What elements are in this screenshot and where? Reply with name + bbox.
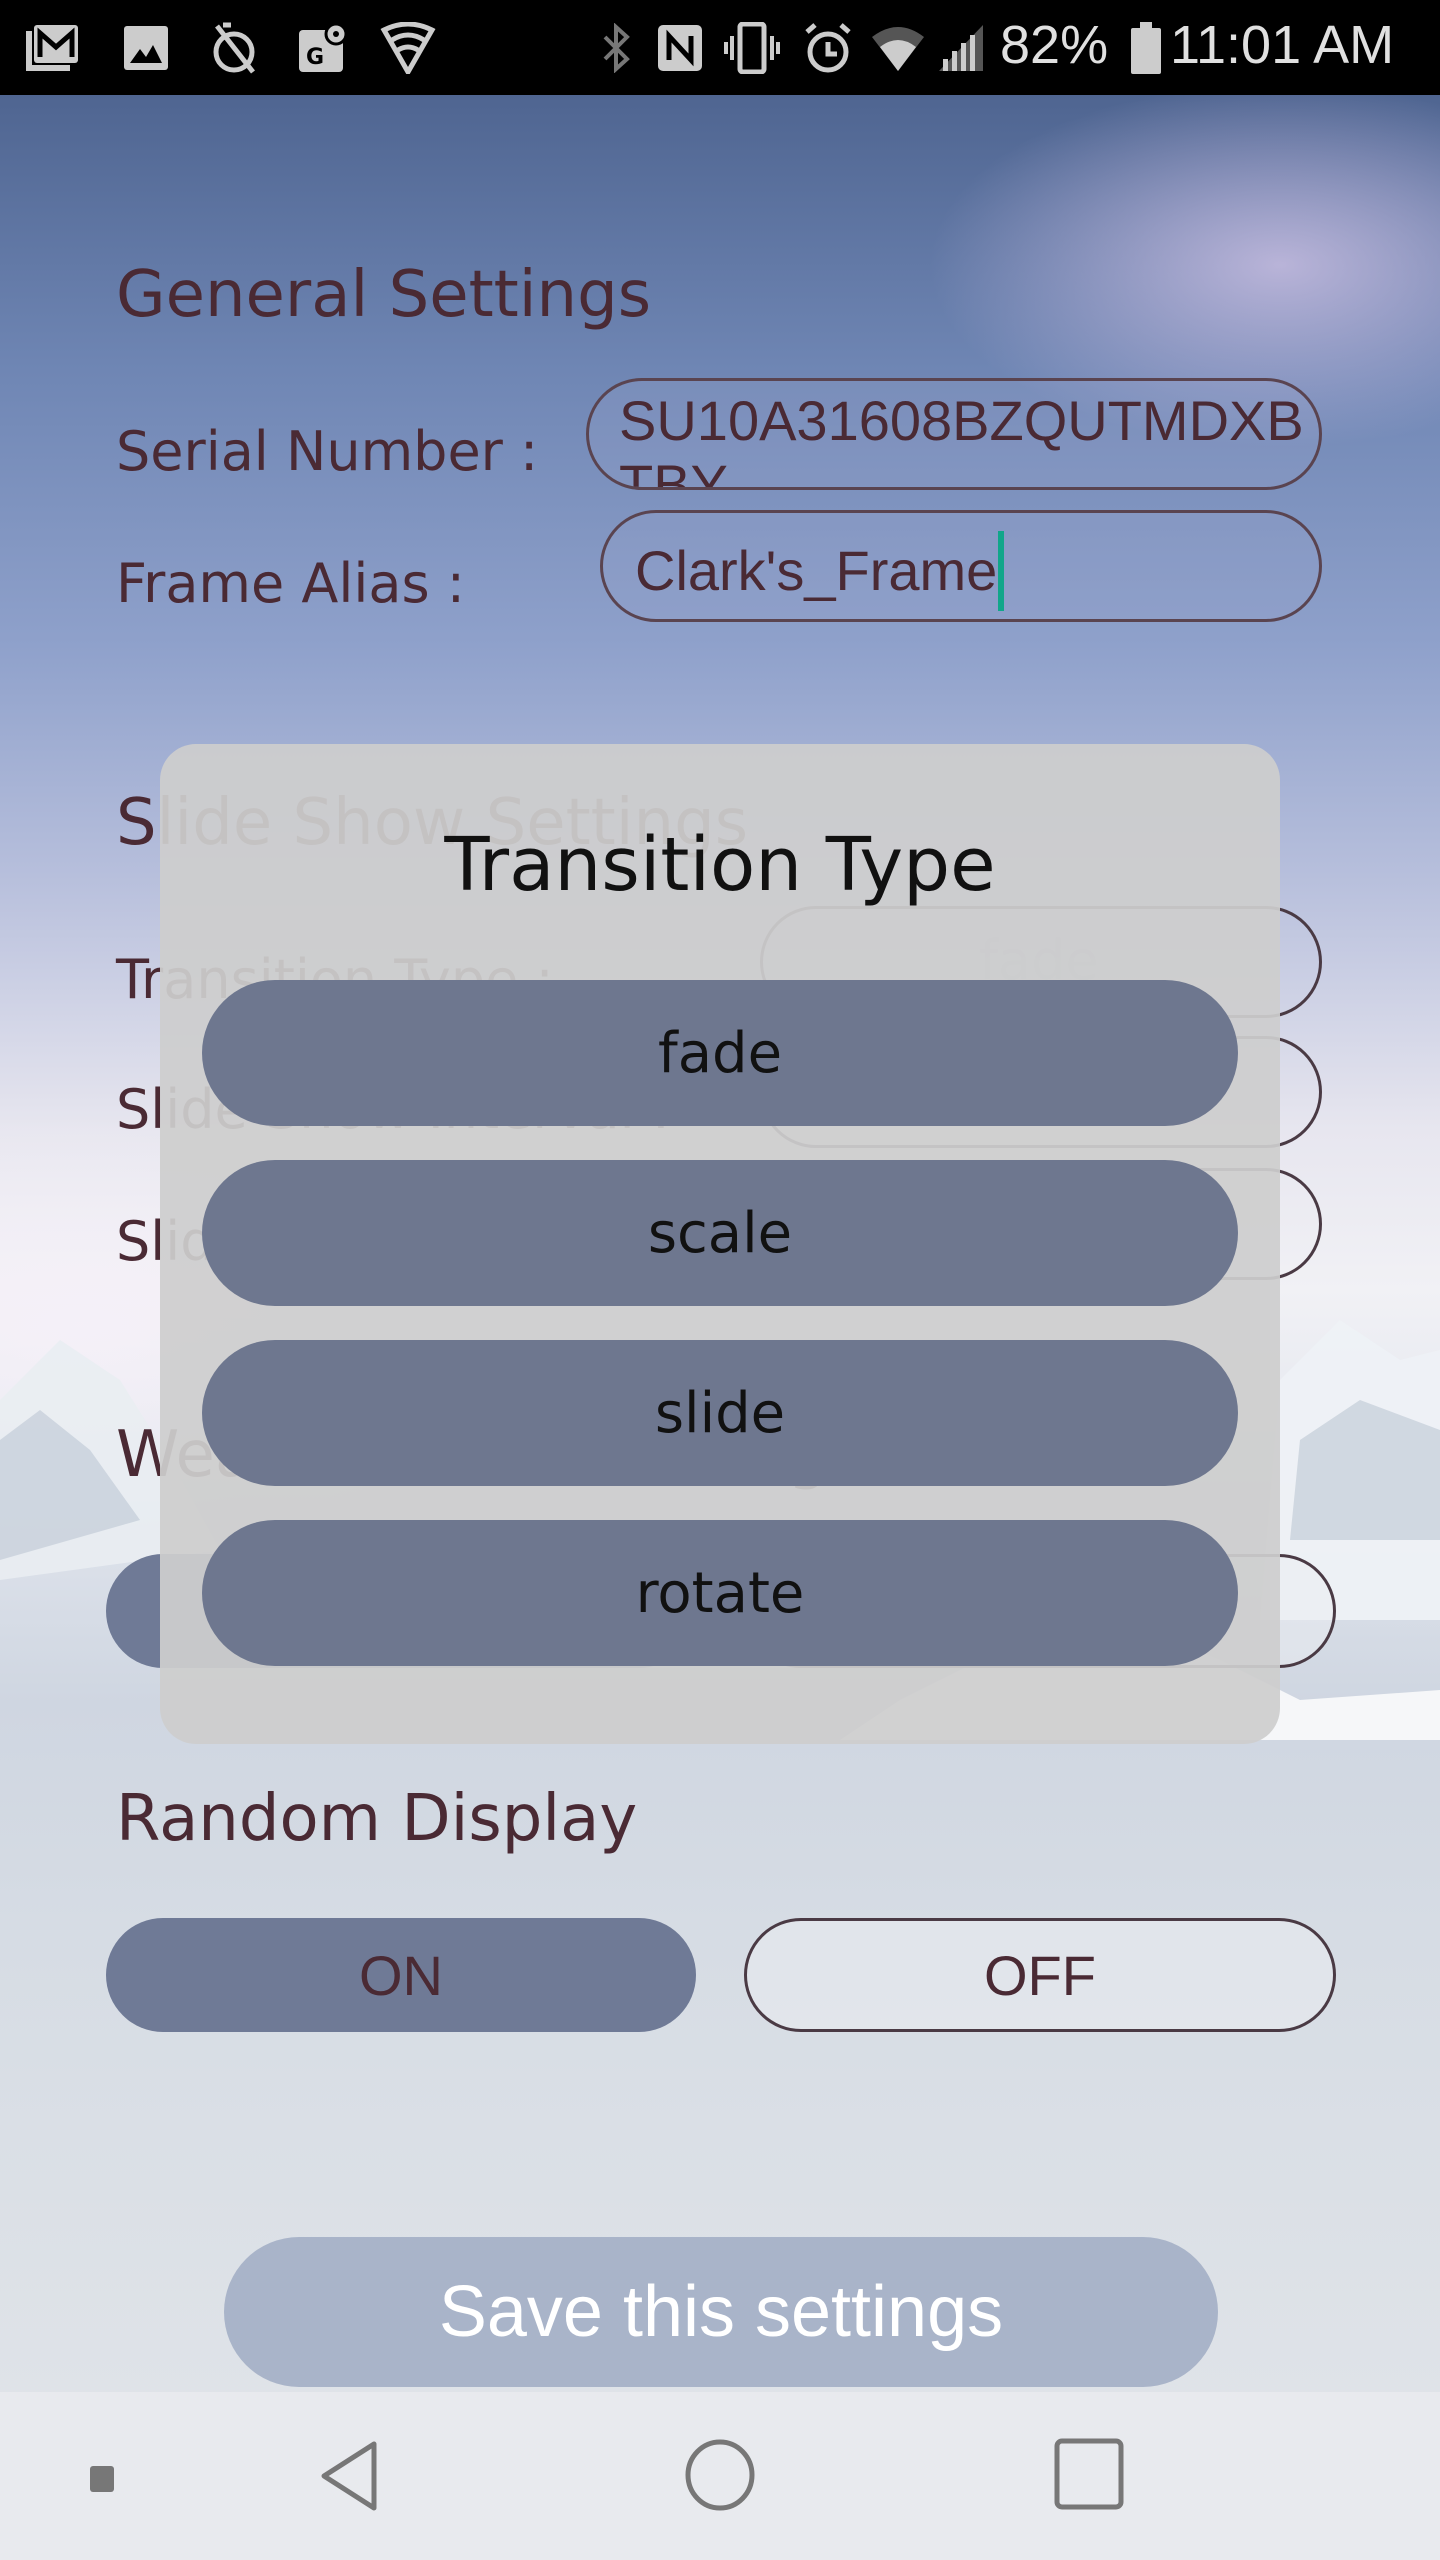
vpn-shield-icon: [380, 22, 436, 74]
random-display-off-button[interactable]: OFF: [744, 1918, 1336, 2032]
back-icon[interactable]: [318, 2440, 382, 2516]
status-bar: G 82% 11:01 AM: [0, 0, 1440, 95]
svg-text:G: G: [306, 45, 324, 70]
battery-icon: [1118, 22, 1174, 74]
random-display-off-label: OFF: [984, 1943, 1096, 2007]
transition-type-dialog: Transition Type fade scale slide rotate: [160, 744, 1280, 1744]
home-icon[interactable]: [684, 2438, 756, 2516]
bluetooth-icon: [588, 22, 644, 74]
serial-number-label: Serial Number :: [116, 420, 539, 483]
gmail-icon: [24, 22, 80, 74]
option-fade[interactable]: fade: [202, 980, 1238, 1126]
frame-alias-value: Clark's_Frame: [635, 538, 998, 602]
photo-icon: [118, 22, 174, 74]
random-display-on-label: ON: [359, 1943, 443, 2007]
alarm-icon: [800, 22, 856, 74]
recents-icon[interactable]: [1054, 2438, 1124, 2514]
clock: 11:01 AM: [1170, 15, 1395, 75]
frame-alias-input[interactable]: Clark's_Frame: [600, 510, 1322, 622]
general-settings-title: General Settings: [116, 258, 652, 332]
nfc-icon: [652, 22, 708, 74]
option-slide[interactable]: slide: [202, 1340, 1238, 1486]
random-display-on-button[interactable]: ON: [106, 1918, 696, 2032]
battery-percent: 82%: [1000, 15, 1109, 75]
navigation-bar: [0, 2392, 1440, 2560]
frame-alias-label: Frame Alias :: [116, 552, 465, 615]
text-caret: [998, 531, 1005, 611]
alarm-off-icon: [206, 22, 262, 74]
serial-number-field[interactable]: SU10A31608BZQUTMDXBTBY: [586, 378, 1322, 490]
notification-dot-icon[interactable]: [90, 2466, 114, 2496]
google-maps-icon: G: [296, 22, 352, 74]
random-display-title: Random Display: [116, 1782, 638, 1856]
option-scale[interactable]: scale: [202, 1160, 1238, 1306]
wifi-icon: [870, 22, 926, 74]
dialog-title: Transition Type: [444, 822, 996, 908]
vibrate-icon: [724, 22, 780, 74]
cell-signal-icon: [934, 22, 990, 74]
option-rotate[interactable]: rotate: [202, 1520, 1238, 1666]
save-settings-button[interactable]: Save this settings: [224, 2237, 1218, 2387]
serial-number-value: SU10A31608BZQUTMDXBTBY: [619, 389, 1304, 490]
